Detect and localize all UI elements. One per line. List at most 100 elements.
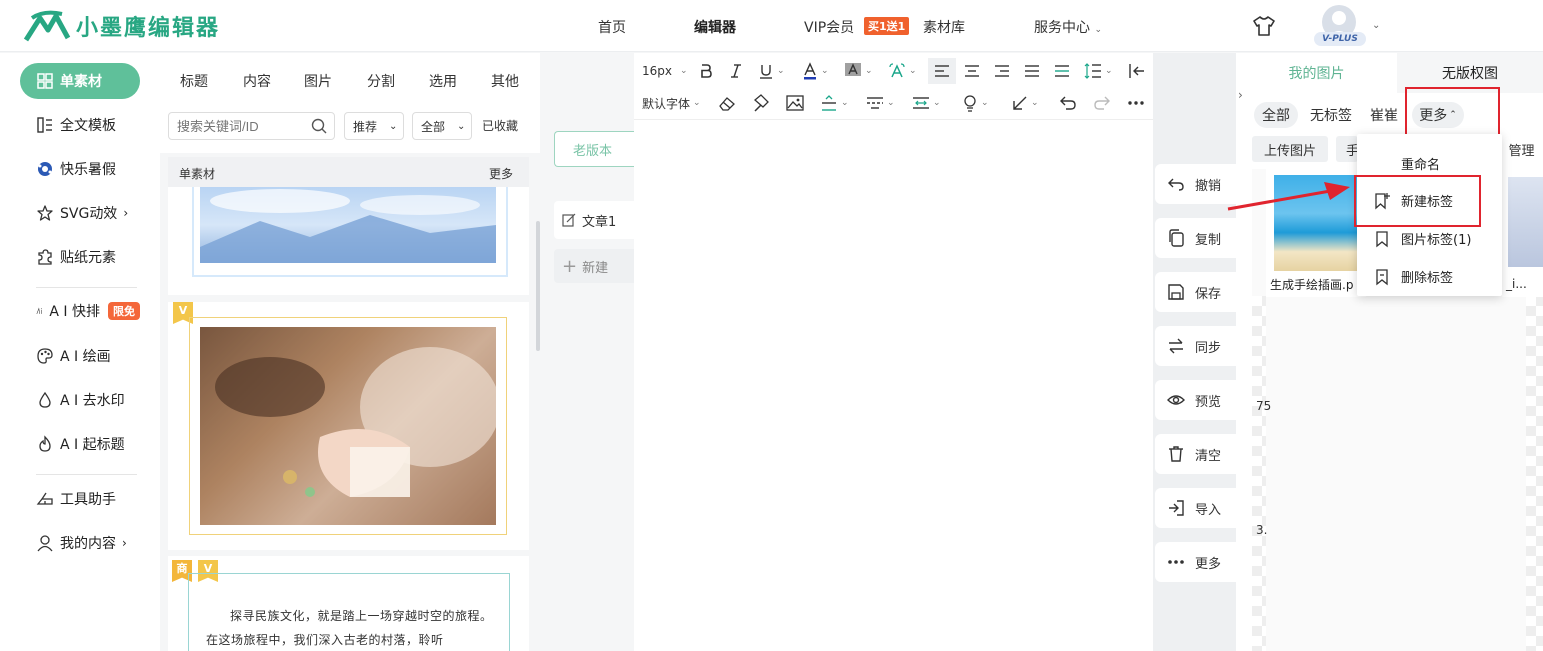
highlight-color-icon[interactable]: ⌄ bbox=[844, 61, 873, 81]
tab-content[interactable]: 内容 bbox=[243, 71, 271, 91]
material-card[interactable] bbox=[168, 187, 529, 295]
material-card[interactable]: 商 V 探寻民族文化，就是踏上一场穿越时空的旅程。在这场旅程中，我们深入古老的村… bbox=[168, 556, 529, 651]
indent-icon[interactable] bbox=[1128, 61, 1146, 81]
search-icon[interactable] bbox=[310, 117, 328, 135]
manage-button[interactable]: 管理 bbox=[1500, 136, 1543, 162]
font-family-value: 默认字体 bbox=[642, 96, 691, 111]
bold-icon[interactable] bbox=[698, 61, 714, 81]
sidebar-item-label: 快乐暑假 bbox=[60, 162, 116, 178]
free-badge: 限免 bbox=[108, 302, 140, 320]
sidebar-item-ai-title[interactable]: A I 起标题 bbox=[20, 426, 140, 462]
sidebar-item-ai-paint[interactable]: A I 绘画 bbox=[20, 338, 140, 374]
bulb-icon[interactable]: ⌄ bbox=[962, 93, 989, 113]
text-effect-icon[interactable]: ⌄ bbox=[888, 61, 917, 81]
format-painter-icon[interactable] bbox=[752, 93, 770, 113]
vip-plus-badge: V-PLUS bbox=[1314, 32, 1366, 46]
sidebar-divider bbox=[36, 287, 137, 288]
font-size-select[interactable]: 16px ⌄ bbox=[642, 61, 688, 81]
nav-home[interactable]: 首页 bbox=[598, 17, 626, 37]
save-button[interactable]: 保存 bbox=[1155, 272, 1236, 312]
filter-untagged[interactable]: 无标签 bbox=[1306, 102, 1356, 128]
old-version-button[interactable]: 老版本 bbox=[554, 131, 634, 167]
upload-image-button[interactable]: 上传图片 bbox=[1252, 136, 1328, 162]
undo-label: 撤销 bbox=[1195, 178, 1222, 194]
scrollbar[interactable] bbox=[536, 221, 540, 351]
image-thumbnail[interactable]: _i... bbox=[1502, 169, 1543, 297]
align-center-icon[interactable] bbox=[964, 61, 980, 81]
preview-button[interactable]: 预览 bbox=[1155, 380, 1236, 420]
more-dots-icon[interactable] bbox=[1128, 93, 1144, 113]
sidebar-item-ai-watermark[interactable]: A I 去水印 bbox=[20, 382, 140, 418]
editor-area[interactable]: 16px ⌄ ⌄ ⌄ ⌄ ⌄ ⌄ 默认字体 ⌄ ⌄ ⌄ ⌄ ⌄ ⌄ bbox=[634, 53, 1153, 651]
chevron-down-icon: ⌄ bbox=[887, 98, 895, 108]
eraser-icon[interactable] bbox=[718, 93, 736, 113]
underline-icon[interactable]: ⌄ bbox=[758, 61, 785, 81]
sidebar-item-my-content[interactable]: 我的内容 › bbox=[20, 525, 140, 561]
menu-delete-tag[interactable]: 删除标签 bbox=[1373, 267, 1453, 286]
align-right-icon[interactable] bbox=[994, 61, 1010, 81]
copy-button[interactable]: 复制 bbox=[1155, 218, 1236, 258]
menu-image-tags[interactable]: 图片标签(1) bbox=[1373, 229, 1471, 248]
menu-delete-tag-label: 删除标签 bbox=[1401, 271, 1454, 286]
italic-icon[interactable] bbox=[728, 61, 744, 81]
image-filename-2: _i... bbox=[1506, 277, 1527, 291]
filter-tag[interactable]: 崔崔 bbox=[1364, 102, 1404, 128]
craft-photo bbox=[200, 327, 496, 525]
image-icon[interactable] bbox=[786, 93, 804, 113]
sidebar-item-tools[interactable]: 工具助手 bbox=[20, 481, 140, 517]
sidebar-item-ai-layout[interactable]: A I 快排 限免 bbox=[20, 293, 140, 329]
sync-button[interactable]: 同步 bbox=[1155, 326, 1236, 366]
tab-title[interactable]: 标题 bbox=[180, 71, 208, 91]
section-more-link[interactable]: 更多 bbox=[489, 165, 513, 182]
tab-other[interactable]: 其他 bbox=[491, 71, 519, 91]
more-button[interactable]: 更多 bbox=[1155, 542, 1236, 582]
filter-all[interactable]: 全部 bbox=[1254, 102, 1298, 128]
new-article-button[interactable]: + 新建 bbox=[554, 249, 634, 283]
sidebar-item-summer[interactable]: 快乐暑假 bbox=[20, 151, 140, 187]
collapse-arrow-icon[interactable]: › bbox=[1238, 88, 1243, 102]
transparent-bg bbox=[1526, 296, 1543, 651]
material-search[interactable] bbox=[168, 112, 335, 140]
tshirt-icon[interactable] bbox=[1252, 15, 1276, 37]
clear-button[interactable]: 清空 bbox=[1155, 434, 1236, 474]
align-left-icon[interactable] bbox=[928, 58, 956, 84]
menu-rename[interactable]: 重命名 bbox=[1401, 154, 1440, 173]
tab-image[interactable]: 图片 bbox=[304, 71, 332, 91]
sidebar-item-stickers[interactable]: 贴纸元素 bbox=[20, 239, 140, 275]
favorites-link[interactable]: 已收藏 bbox=[482, 117, 518, 134]
vip-promo-badge[interactable]: 买1送1 bbox=[864, 17, 910, 35]
import-button[interactable]: 导入 bbox=[1155, 488, 1236, 528]
logo[interactable]: 小墨鹰编辑器 bbox=[22, 8, 220, 44]
resize-arrow-icon[interactable]: ⌄ bbox=[1012, 93, 1039, 113]
article-item[interactable]: 文章1 bbox=[554, 201, 634, 239]
font-color-icon[interactable]: ⌄ bbox=[802, 61, 829, 81]
search-input[interactable] bbox=[169, 113, 299, 139]
undo-icon[interactable] bbox=[1060, 93, 1076, 113]
align-justify-icon[interactable] bbox=[1024, 61, 1040, 81]
eagle-logo-icon bbox=[23, 10, 71, 42]
divider-line-icon[interactable]: ⌄ bbox=[866, 93, 895, 113]
material-card[interactable]: V bbox=[168, 302, 529, 550]
nav-editor[interactable]: 编辑器 bbox=[694, 17, 736, 37]
tab-selected[interactable]: 选用 bbox=[429, 71, 457, 91]
image-size-label: 75 bbox=[1256, 399, 1272, 413]
sidebar-item-single-material[interactable]: 单素材 bbox=[20, 63, 140, 99]
distribute-align-icon[interactable] bbox=[1054, 61, 1070, 81]
tab-my-images[interactable]: 我的图片 bbox=[1236, 53, 1397, 93]
paragraph-spacing-icon[interactable]: ⌄ bbox=[820, 93, 849, 113]
sidebar-item-label: A I 去水印 bbox=[60, 393, 125, 409]
sidebar-item-full-template[interactable]: 全文模板 bbox=[20, 107, 140, 143]
nav-vip[interactable]: VIP会员 bbox=[804, 17, 854, 37]
font-family-select[interactable]: 默认字体 ⌄ bbox=[642, 93, 701, 113]
redo-icon[interactable] bbox=[1094, 93, 1110, 113]
line-height-icon[interactable]: ⌄ bbox=[1084, 61, 1113, 81]
chevron-down-icon[interactable]: ⌄ bbox=[1372, 20, 1380, 31]
nav-service[interactable]: 服务中心 ⌄ bbox=[1034, 17, 1102, 37]
sort-select[interactable]: 推荐 ⌄ bbox=[344, 112, 404, 140]
nav-library[interactable]: 素材库 bbox=[923, 17, 965, 37]
letter-spacing-icon[interactable]: ⌄ bbox=[912, 93, 941, 113]
partial-button[interactable]: 手 bbox=[1336, 136, 1359, 162]
tab-divider[interactable]: 分割 bbox=[367, 71, 395, 91]
sidebar-item-svg-effects[interactable]: SVG动效 › bbox=[20, 195, 140, 231]
range-select[interactable]: 全部 ⌄ bbox=[412, 112, 472, 140]
